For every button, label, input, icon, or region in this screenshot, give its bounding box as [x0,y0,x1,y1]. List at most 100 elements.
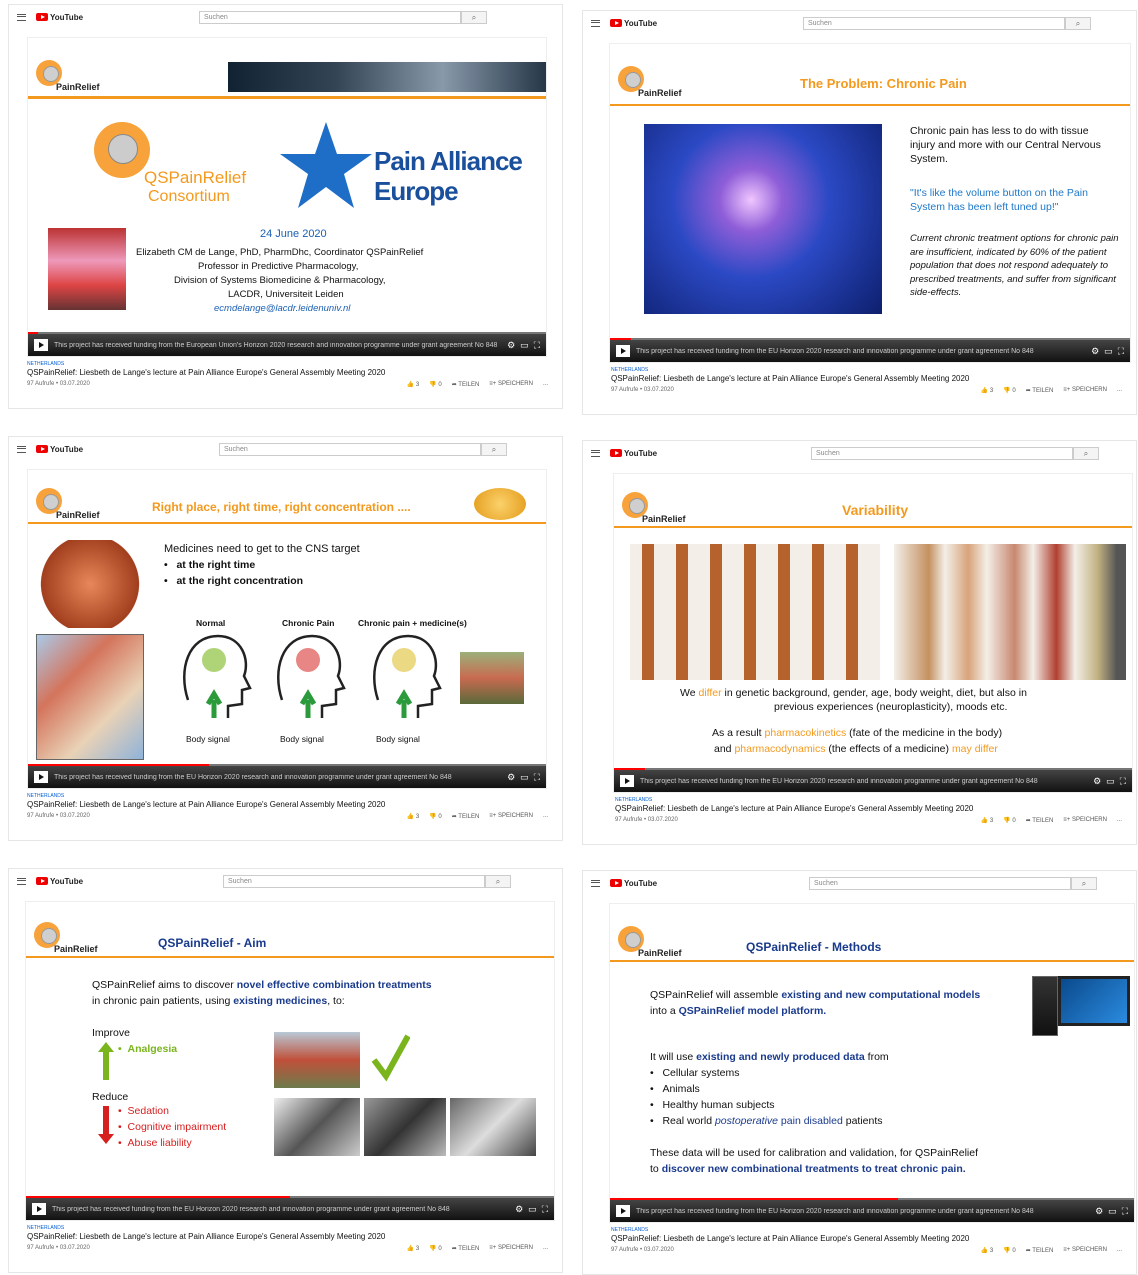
video-player[interactable]: PainRelief QSPainRelief Consortium Pain … [27,37,547,357]
settings-icon[interactable]: ⚙ [507,772,515,783]
save-button[interactable]: ≡+ SPEICHERN [489,381,533,388]
player-icons: ⚙ ▭ ⛶ [515,1204,548,1215]
more-button[interactable]: ... [1117,387,1122,394]
fullscreen-icon[interactable]: ⛶ [1122,1206,1128,1217]
like-button[interactable]: 👍 3 [407,813,419,820]
search-icon[interactable]: ⌕ [481,443,507,456]
more-button[interactable]: ... [543,813,548,820]
save-button[interactable]: ≡+ SPEICHERN [1063,387,1107,394]
menu-icon[interactable] [17,13,26,21]
fullscreen-icon[interactable]: ⛶ [542,1204,548,1215]
search-input[interactable]: Suchen [811,447,1073,460]
youtube-play-icon [36,445,48,453]
settings-icon[interactable]: ⚙ [1091,346,1099,357]
search-icon[interactable]: ⌕ [1073,447,1099,460]
menu-icon[interactable] [591,449,600,457]
like-button[interactable]: 👍 3 [407,1245,419,1252]
fullscreen-icon[interactable]: ⛶ [534,340,540,351]
save-button[interactable]: ≡+ SPEICHERN [1063,1247,1107,1254]
more-button[interactable]: ... [543,381,548,388]
location-tag[interactable]: NETHERLANDS [611,367,1126,373]
search-input[interactable]: Suchen [199,11,461,24]
search-input[interactable]: Suchen [223,875,485,888]
like-button[interactable]: 👍 3 [981,387,993,394]
more-button[interactable]: ... [1117,1247,1122,1254]
settings-icon[interactable]: ⚙ [1093,776,1101,787]
dislike-button[interactable]: 👎 0 [1003,817,1015,824]
play-icon[interactable] [34,339,48,351]
dislike-button[interactable]: 👎 0 [429,381,441,388]
woman-photo [460,652,524,704]
video-player[interactable]: PainRelief QSPainRelief - Aim QSPainReli… [25,901,555,1221]
youtube-logo[interactable]: YouTube [610,19,657,28]
play-icon[interactable] [620,775,634,787]
head-medicine-icon [373,634,442,718]
dislike-button[interactable]: 👎 0 [1003,1247,1015,1254]
fullscreen-icon[interactable]: ⛶ [1120,776,1126,787]
menu-icon[interactable] [591,879,600,887]
youtube-logo[interactable]: YouTube [610,449,657,458]
search-icon[interactable]: ⌕ [1071,877,1097,890]
share-button[interactable]: ➦ TEILEN [1026,1247,1054,1254]
play-icon[interactable] [34,771,48,783]
miniplayer-icon[interactable]: ▭ [1104,346,1113,357]
like-button[interactable]: 👍 3 [981,817,993,824]
divider [28,96,546,99]
fullscreen-icon[interactable]: ⛶ [534,772,540,783]
search-icon[interactable]: ⌕ [461,11,487,24]
menu-icon[interactable] [591,19,600,27]
share-button[interactable]: ➦ TEILEN [1026,817,1054,824]
like-button[interactable]: 👍 3 [981,1247,993,1254]
more-button[interactable]: ... [1117,817,1122,824]
location-tag[interactable]: NETHERLANDS [615,797,1126,803]
youtube-logo[interactable]: YouTube [36,13,83,22]
youtube-logo[interactable]: YouTube [36,877,83,886]
settings-icon[interactable]: ⚙ [1095,1206,1103,1217]
search-input[interactable]: Suchen [809,877,1071,890]
like-button[interactable]: 👍 3 [407,381,419,388]
location-tag[interactable]: NETHERLANDS [27,793,552,799]
youtube-logo[interactable]: YouTube [610,879,657,888]
fullscreen-icon[interactable]: ⛶ [1118,346,1124,357]
play-icon[interactable] [616,345,630,357]
head-label-normal: Normal [196,618,226,628]
location-tag[interactable]: NETHERLANDS [27,361,552,367]
dislike-button[interactable]: 👎 0 [429,1245,441,1252]
miniplayer-icon[interactable]: ▭ [1108,1206,1117,1217]
search-input[interactable]: Suchen [803,17,1065,30]
search-input[interactable]: Suchen [219,443,481,456]
share-button[interactable]: ➦ TEILEN [452,381,480,388]
video-player[interactable]: PainRelief QSPainRelief - Methods QSPain… [609,903,1135,1223]
share-button[interactable]: ➦ TEILEN [452,1245,480,1252]
settings-icon[interactable]: ⚙ [515,1204,523,1215]
miniplayer-icon[interactable]: ▭ [520,340,529,351]
miniplayer-icon[interactable]: ▭ [520,772,529,783]
dislike-button[interactable]: 👎 0 [429,813,441,820]
save-button[interactable]: ≡+ SPEICHERN [489,1245,533,1252]
save-button[interactable]: ≡+ SPEICHERN [489,813,533,820]
speaker-email[interactable]: ecmdelange@lacdr.leidenuniv.nl [214,303,350,314]
location-tag[interactable]: NETHERLANDS [27,1225,552,1231]
search-icon[interactable]: ⌕ [485,875,511,888]
menu-icon[interactable] [17,877,26,885]
settings-icon[interactable]: ⚙ [507,340,515,351]
menu-icon[interactable] [17,445,26,453]
play-icon[interactable] [616,1205,630,1217]
video-player[interactable]: PainRelief Right place, right time, righ… [27,469,547,789]
save-button[interactable]: ≡+ SPEICHERN [1063,817,1107,824]
pain-quote: "It's like the volume button on the Pain… [910,187,1088,213]
analgesia-item: • Analgesia [118,1043,178,1055]
search-icon[interactable]: ⌕ [1065,17,1091,30]
share-button[interactable]: ➦ TEILEN [1026,387,1054,394]
video-player[interactable]: PainRelief Variability We differ in gene… [613,473,1133,793]
youtube-logo[interactable]: YouTube [36,445,83,454]
dislike-button[interactable]: 👎 0 [1003,387,1015,394]
location-tag[interactable]: NETHERLANDS [611,1227,1126,1233]
share-button[interactable]: ➦ TEILEN [452,813,480,820]
speaker-line-4: LACDR, Universiteit Leiden [228,289,344,300]
play-icon[interactable] [32,1203,46,1215]
miniplayer-icon[interactable]: ▭ [1106,776,1115,787]
video-player[interactable]: PainRelief The Problem: Chronic Pain Chr… [609,43,1131,363]
more-button[interactable]: ... [543,1245,548,1252]
miniplayer-icon[interactable]: ▭ [528,1204,537,1215]
